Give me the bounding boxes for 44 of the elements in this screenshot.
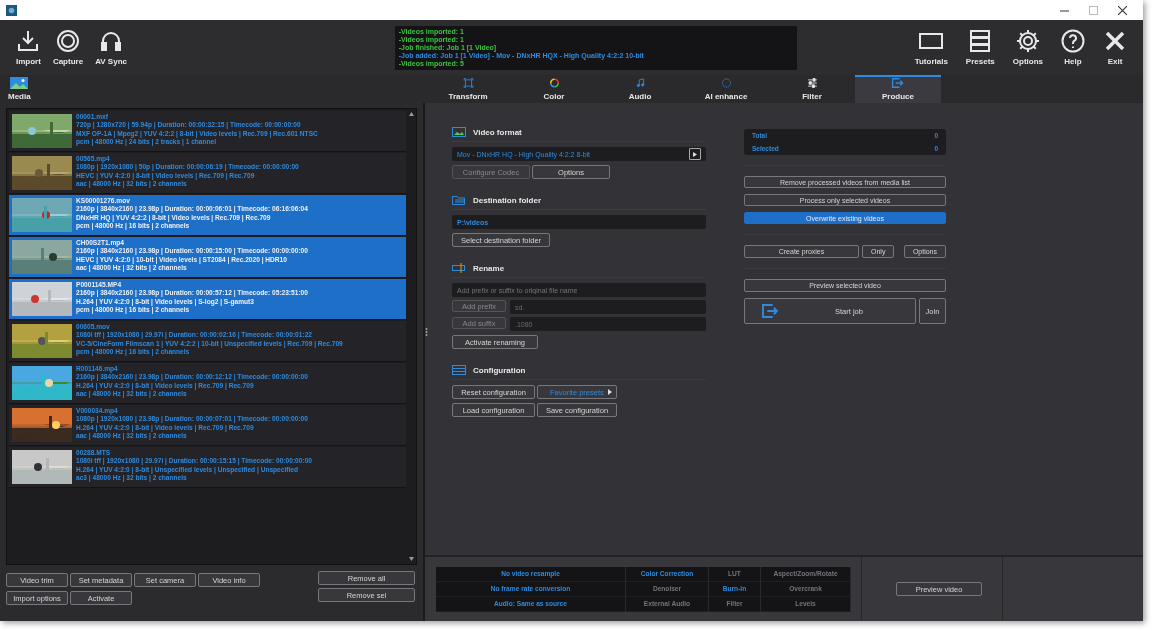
toolbar-button[interactable]: Help <box>1055 29 1091 66</box>
toolbar-button[interactable]: Presets <box>959 29 1001 66</box>
section-title: Configuration <box>473 365 526 375</box>
tab[interactable]: AI enhance <box>683 75 769 103</box>
scroll-up-icon[interactable] <box>408 112 414 116</box>
media-item[interactable] <box>9 111 406 152</box>
exit-arrow-icon <box>890 78 906 88</box>
toolbar-button[interactable]: Capture <box>46 29 90 66</box>
media-item[interactable] <box>9 447 406 488</box>
circle-icon <box>56 29 80 53</box>
app-icon <box>6 4 17 16</box>
caret-icon <box>608 389 612 395</box>
image-icon <box>452 127 466 137</box>
toolbar-button[interactable]: Options <box>1006 29 1049 66</box>
section-title: Destination folder <box>473 195 541 205</box>
settings-icon <box>1015 29 1040 53</box>
scroll-down-icon[interactable] <box>408 557 414 561</box>
toolbar-button[interactable]: Tutorials <box>908 29 954 66</box>
list-icon <box>452 365 466 375</box>
close-icon[interactable] <box>1118 5 1127 15</box>
tab[interactable]: Transform <box>425 75 511 103</box>
section-title: Video format <box>473 127 522 137</box>
splitter-handle-icon[interactable] <box>425 328 428 336</box>
frame-icon <box>460 78 476 88</box>
stack-icon <box>968 29 993 53</box>
image-icon <box>10 77 29 89</box>
folder-icon <box>452 195 466 205</box>
tab[interactable]: Filter <box>769 75 855 103</box>
section-title: Rename <box>473 263 505 273</box>
download-icon <box>16 29 41 53</box>
exit-arrow-icon <box>761 304 780 318</box>
toolbar-button[interactable]: AV Sync <box>89 29 133 66</box>
close-icon <box>1103 29 1127 53</box>
tab[interactable]: Audio <box>597 75 683 103</box>
rename-icon <box>452 263 466 273</box>
headphones-icon <box>99 29 124 53</box>
media-item[interactable] <box>9 321 406 362</box>
tab[interactable]: Produce <box>855 75 941 103</box>
media-tab[interactable]: Media <box>0 75 39 103</box>
caret-icon <box>693 151 697 157</box>
tab[interactable]: Color <box>511 75 597 103</box>
toolbar-button[interactable]: Exit <box>1097 29 1133 66</box>
help-icon <box>1061 29 1085 53</box>
toolbar-button[interactable]: Import <box>10 29 47 66</box>
